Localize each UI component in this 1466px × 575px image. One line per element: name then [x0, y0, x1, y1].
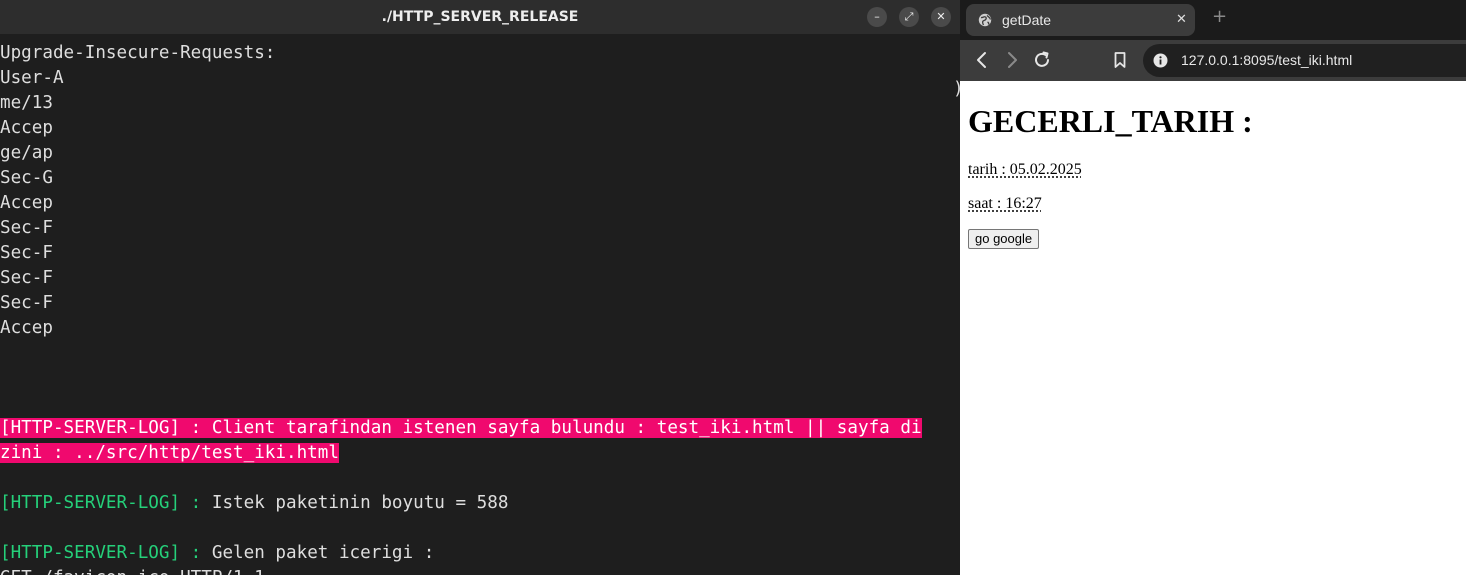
terminal-line: Upgrade-Insecure-Requests:: [0, 43, 276, 63]
server-log-highlight: [HTTP-SERVER-LOG] : Client tarafindan is…: [0, 418, 922, 438]
page-content: GECERLI_TARIH : tarih : 05.02.2025 saat …: [960, 81, 1466, 575]
terminal-output[interactable]: Upgrade-Insecure-Requests: User-A me/13 …: [0, 41, 960, 575]
new-tab-button[interactable]: +: [1212, 6, 1227, 27]
back-icon[interactable]: [972, 50, 992, 70]
maximize-button[interactable]: ⤢: [899, 7, 919, 27]
address-bar[interactable]: 127.0.0.1:8095/test_iki.html: [1143, 44, 1466, 77]
terminal-line: Sec-G: [0, 168, 53, 188]
minimize-button[interactable]: –: [867, 7, 887, 27]
browser-window: getDate ✕ + 127.0.0.1:8095/test_iki.html: [960, 0, 1466, 575]
terminal-line: Accep: [0, 118, 53, 138]
terminal-line: Accep: [0, 318, 53, 338]
terminal-window: ./HTTP_SERVER_RELEASE – ⤢ ✕ Upgrade-Inse…: [0, 0, 960, 575]
terminal-line: Sec-F: [0, 243, 53, 263]
server-log-size: [HTTP-SERVER-LOG] : Istek paketinin boyu…: [0, 491, 960, 516]
terminal-line: me/13: [0, 93, 53, 113]
log-message: Gelen paket icerigi :: [201, 543, 435, 563]
forward-icon[interactable]: [1002, 50, 1022, 70]
log-message: Istek paketinin boyutu = 588: [201, 493, 509, 513]
tab-strip: getDate ✕ +: [960, 0, 1466, 40]
reload-icon[interactable]: [1032, 50, 1052, 70]
terminal-titlebar[interactable]: ./HTTP_SERVER_RELEASE – ⤢ ✕: [0, 0, 960, 34]
terminal-line: Sec-F: [0, 268, 53, 288]
terminal-line: Sec-F: [0, 218, 53, 238]
terminal-line: Accep: [0, 193, 53, 213]
server-log-highlight-cont: zini : ../src/http/test_iki.html: [0, 443, 339, 463]
close-button[interactable]: ✕: [931, 7, 951, 27]
globe-icon: [978, 13, 992, 27]
info-icon[interactable]: [1153, 53, 1168, 68]
server-log-content: [HTTP-SERVER-LOG] : Gelen paket icerigi …: [0, 541, 960, 566]
tab-getdate[interactable]: getDate ✕: [966, 4, 1195, 36]
url-text: 127.0.0.1:8095/test_iki.html: [1181, 52, 1353, 68]
bookmark-icon[interactable]: [1110, 50, 1130, 70]
browser-toolbar: 127.0.0.1:8095/test_iki.html: [960, 40, 1466, 81]
date-text: tarih : 05.02.2025: [968, 161, 1082, 178]
log-tag: [HTTP-SERVER-LOG] :: [0, 543, 202, 563]
terminal-masked-char: ): [953, 79, 960, 99]
terminal-line: ge/ap: [0, 143, 53, 163]
terminal-line: User-A: [0, 68, 64, 88]
log-tag: [HTTP-SERVER-LOG] :: [0, 493, 202, 513]
terminal-title: ./HTTP_SERVER_RELEASE: [381, 9, 579, 25]
time-text: saat : 16:27: [968, 195, 1042, 212]
tab-title: getDate: [1002, 12, 1052, 28]
page-heading: GECERLI_TARIH :: [968, 103, 1253, 139]
go-google-button[interactable]: go google: [968, 229, 1040, 249]
terminal-line: Sec-F: [0, 293, 53, 313]
terminal-line: GET /favicon.ico HTTP/1.1: [0, 566, 960, 575]
tab-close-icon[interactable]: ✕: [1176, 4, 1187, 36]
